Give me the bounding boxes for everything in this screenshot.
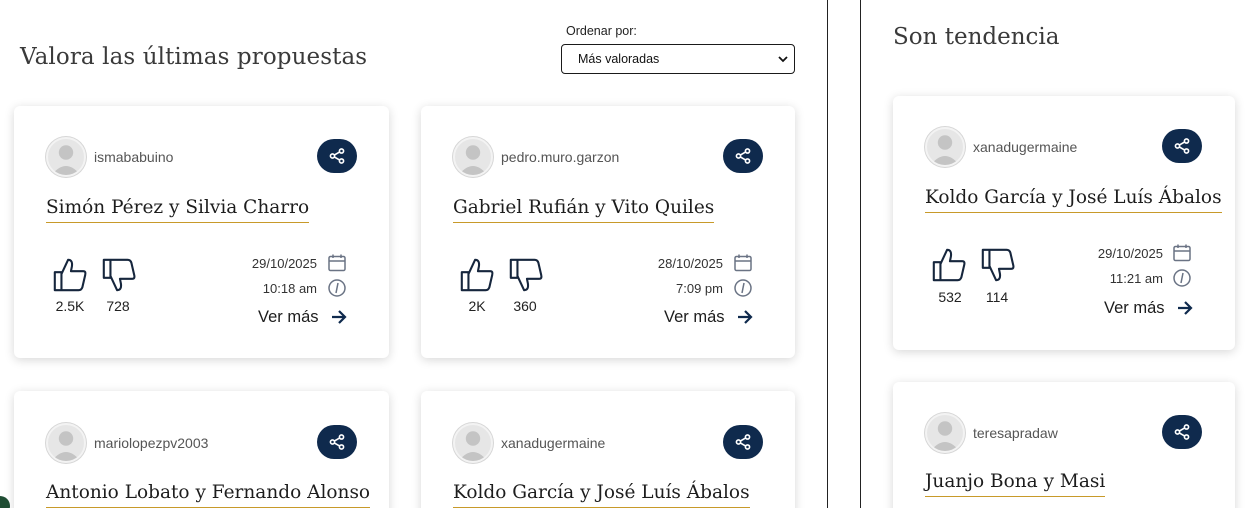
avatar-placeholder-icon [51,431,81,461]
page-title: Valora las últimas propuestas [20,44,368,70]
share-icon [1174,424,1190,440]
avatar [453,137,493,177]
share-button[interactable] [317,425,357,459]
thumbs-down-icon[interactable] [100,256,138,294]
proposal-title[interactable]: Koldo García y José Luís Ábalos [453,482,750,508]
avatar [925,127,965,167]
trending-card: teresapradaw Juanjo Bona y Masi [893,382,1235,508]
column-divider-left [827,0,828,508]
calendar-icon [1173,244,1191,262]
date-text: 29/10/2025 [251,256,317,271]
date-text: 29/10/2025 [1097,246,1163,261]
sort-select[interactable]: Más valoradas [561,44,795,74]
username[interactable]: teresapradaw [973,425,1058,441]
thumbs-up-icon[interactable] [930,246,968,284]
time-text: 7:09 pm [676,281,723,296]
proposal-title[interactable]: Koldo García y José Luís Ábalos [925,187,1222,213]
avatar-placeholder-icon [458,145,488,175]
ver-mas-link[interactable]: Ver más [664,307,755,327]
proposal-title[interactable]: Antonio Lobato y Fernando Alonso [46,482,371,508]
thumbs-down-icon[interactable] [507,256,545,294]
trending-card: xanadugermaine Koldo García y José Luís … [893,96,1235,350]
avatar-placeholder-icon [930,135,960,165]
share-button[interactable] [1162,415,1202,449]
time-text: 10:18 am [262,281,317,296]
avatar-placeholder-icon [458,431,488,461]
proposal-card: mariolopezpv2003 Antonio Lobato y Fernan… [14,391,389,508]
chevron-down-icon [778,56,788,63]
proposal-title[interactable]: Simón Pérez y Silvia Charro [46,197,310,223]
ver-mas-label: Ver más [664,307,725,326]
clock-icon [328,279,346,297]
avatar [46,423,86,463]
arrow-right-icon [331,310,347,324]
proposal-title[interactable]: Juanjo Bona y Masi [925,471,1106,497]
ver-mas-label: Ver más [1104,298,1165,317]
username[interactable]: xanadugermaine [973,139,1077,155]
avatar [925,413,965,453]
share-icon [1174,138,1190,154]
username[interactable]: xanadugermaine [501,435,605,451]
share-button[interactable] [723,139,763,173]
column-divider-right [860,0,861,508]
username[interactable]: mariolopezpv2003 [94,435,208,451]
ver-mas-link[interactable]: Ver más [1104,298,1195,318]
username[interactable]: pedro.muro.garzon [501,149,619,165]
likes-count: 532 [938,289,962,305]
username[interactable]: ismababuino [94,149,173,165]
likes-count: 2K [468,298,486,314]
avatar [46,137,86,177]
dislikes-count: 728 [106,298,130,314]
arrow-right-icon [737,310,753,324]
share-button[interactable] [723,425,763,459]
sort-select-value: Más valoradas [578,52,660,66]
time-text: 11:21 am [1109,271,1163,286]
share-icon [735,148,751,164]
avatar [453,423,493,463]
clock-icon [734,279,752,297]
ver-mas-label: Ver más [258,307,319,326]
sort-label: Ordenar por: [566,24,637,38]
ver-mas-link[interactable]: Ver más [258,307,349,327]
proposal-card: ismababuino Simón Pérez y Silvia Charro … [14,106,389,358]
share-button[interactable] [317,139,357,173]
floating-widget-edge[interactable] [0,496,10,508]
arrow-right-icon [1177,301,1193,315]
sidebar-title: Son tendencia [893,24,1060,50]
share-icon [735,434,751,450]
thumbs-up-icon[interactable] [458,256,496,294]
calendar-icon [328,254,346,272]
calendar-icon [734,254,752,272]
proposal-card: pedro.muro.garzon Gabriel Rufián y Vito … [421,106,795,358]
share-button[interactable] [1162,129,1202,163]
proposal-title[interactable]: Gabriel Rufián y Vito Quiles [453,197,715,223]
avatar-placeholder-icon [930,421,960,451]
date-text: 28/10/2025 [657,256,723,271]
share-icon [329,434,345,450]
likes-count: 2.5K [55,298,85,314]
dislikes-count: 360 [513,298,537,314]
dislikes-count: 114 [985,289,1009,305]
share-icon [329,148,345,164]
clock-icon [1173,269,1191,287]
thumbs-up-icon[interactable] [51,256,89,294]
proposal-card: xanadugermaine Koldo García y José Luís … [421,391,795,508]
thumbs-down-icon[interactable] [979,246,1017,284]
avatar-placeholder-icon [51,145,81,175]
